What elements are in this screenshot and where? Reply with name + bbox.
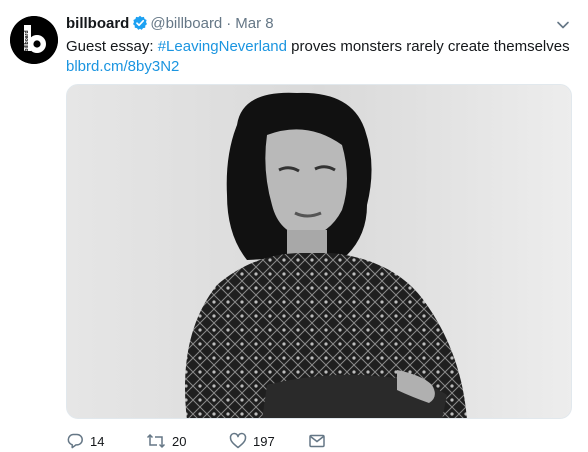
reply-count: 14 — [90, 434, 105, 449]
tweet: billboard billboard @billboard · Mar 8 Gues… — [0, 0, 588, 451]
short-url-link[interactable]: blbrd.cm/8by3N2 — [66, 58, 179, 75]
media-photo[interactable] — [66, 84, 572, 419]
reply-icon — [66, 433, 84, 449]
chevron-down-icon[interactable] — [555, 17, 571, 38]
heart-icon — [229, 432, 247, 449]
display-name[interactable]: billboard — [66, 15, 129, 32]
like-count: 197 — [253, 434, 275, 449]
like-button[interactable]: 197 — [229, 432, 275, 450]
user-handle[interactable]: @billboard — [150, 15, 222, 32]
billboard-logo-icon: billboard — [10, 16, 58, 64]
header-separator: · — [226, 15, 232, 32]
portrait-photo — [67, 85, 571, 418]
retweet-count: 20 — [172, 434, 187, 449]
tweet-header: billboard @billboard · Mar 8 — [66, 15, 274, 33]
retweet-icon — [146, 433, 166, 449]
direct-message-button[interactable] — [308, 432, 326, 450]
reply-button[interactable]: 14 — [66, 432, 104, 450]
tweet-link-line: blbrd.cm/8by3N2 — [66, 57, 179, 77]
retweet-button[interactable]: 20 — [146, 432, 186, 450]
envelope-icon — [308, 434, 326, 449]
svg-text:billboard: billboard — [24, 30, 30, 51]
timestamp[interactable]: Mar 8 — [235, 15, 273, 32]
tweet-text-prefix: Guest essay: — [66, 38, 158, 55]
tweet-text: Guest essay: #LeavingNeverland proves mo… — [66, 37, 570, 57]
tweet-text-suffix: proves monsters rarely create themselves — [286, 38, 570, 55]
verified-badge-icon — [132, 15, 148, 36]
hashtag-link[interactable]: #LeavingNeverland — [158, 38, 287, 55]
avatar[interactable]: billboard — [10, 16, 58, 64]
